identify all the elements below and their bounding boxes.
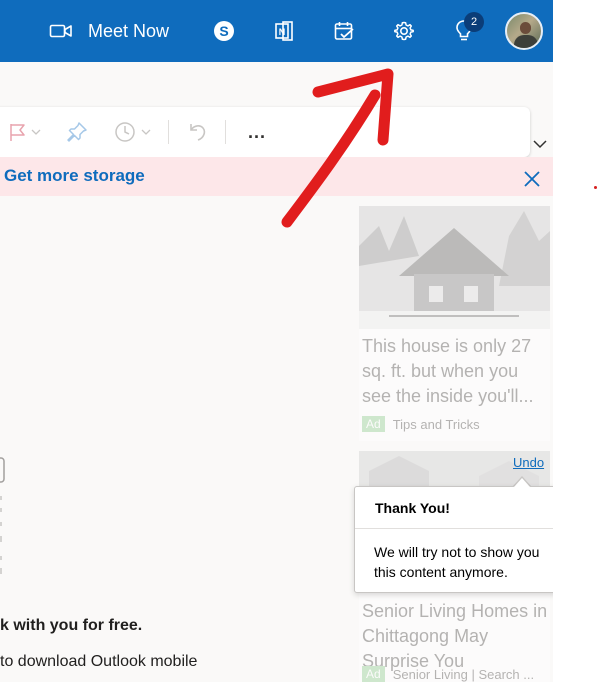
svg-text:N: N [279, 27, 286, 37]
message-toolbar: ... [0, 107, 530, 157]
feedback-tooltip: Thank You! We will try not to show you t… [354, 486, 553, 593]
ad-label: Ad [362, 666, 385, 682]
chevron-down-icon[interactable] [532, 136, 548, 152]
reading-pane [0, 196, 345, 682]
flag-icon[interactable] [2, 107, 46, 157]
meet-now-button[interactable]: Meet Now [88, 0, 180, 62]
tooltip-body: We will try not to show you this content… [374, 544, 540, 580]
undo-link[interactable]: Undo [513, 455, 544, 470]
skype-icon[interactable]: S [210, 0, 238, 62]
meet-now-label: Meet Now [88, 20, 170, 41]
close-icon[interactable] [522, 169, 542, 189]
tooltip-arrow-fill [514, 478, 530, 487]
more-options-button[interactable]: ... [240, 107, 274, 157]
ad-meta: Ad Senior Living | Search ... [362, 666, 534, 682]
outlook-app: Meet Now S N 2 ... Get more storage k wi… [0, 0, 553, 682]
top-bar: Meet Now S N 2 [0, 0, 553, 62]
phone-illustration [0, 457, 5, 574]
ad-meta: Ad Tips and Tricks [362, 416, 480, 432]
svg-text:S: S [219, 23, 228, 39]
promo-title: k with you for free. [0, 617, 143, 634]
ad-source: Tips and Tricks [392, 416, 480, 432]
tooltip-divider [355, 528, 553, 529]
get-more-storage-link[interactable]: Get more storage [4, 166, 145, 186]
ad-column: This house is only 27 sq. ft. but when y… [345, 196, 553, 682]
ad-label: Ad [362, 416, 385, 432]
office-icon[interactable]: N [270, 0, 298, 62]
ad-headline[interactable]: Senior Living Homes in Chittagong May Su… [362, 599, 548, 674]
video-camera-icon[interactable] [46, 0, 76, 62]
promo-subtitle[interactable]: to download Outlook mobile [0, 653, 197, 671]
toolbar-divider [225, 120, 226, 144]
ad-image-house [359, 206, 550, 329]
ad-source: Senior Living | Search ... [392, 666, 535, 682]
ad-headline[interactable]: This house is only 27 sq. ft. but when y… [362, 334, 548, 409]
more-label: ... [247, 121, 266, 142]
tips-badge: 2 [464, 12, 484, 32]
undo-icon[interactable] [182, 107, 212, 157]
clock-icon[interactable] [110, 107, 156, 157]
toolbar-divider [168, 120, 169, 144]
avatar[interactable] [505, 12, 543, 50]
ad-card[interactable]: This house is only 27 sq. ft. but when y… [359, 206, 550, 441]
my-day-icon[interactable] [330, 0, 358, 62]
tooltip-title: Thank You! [375, 500, 450, 516]
gear-icon[interactable] [390, 0, 418, 62]
pin-icon[interactable] [62, 107, 92, 157]
storage-banner: Get more storage [0, 157, 553, 196]
red-dot-mark [594, 186, 597, 189]
